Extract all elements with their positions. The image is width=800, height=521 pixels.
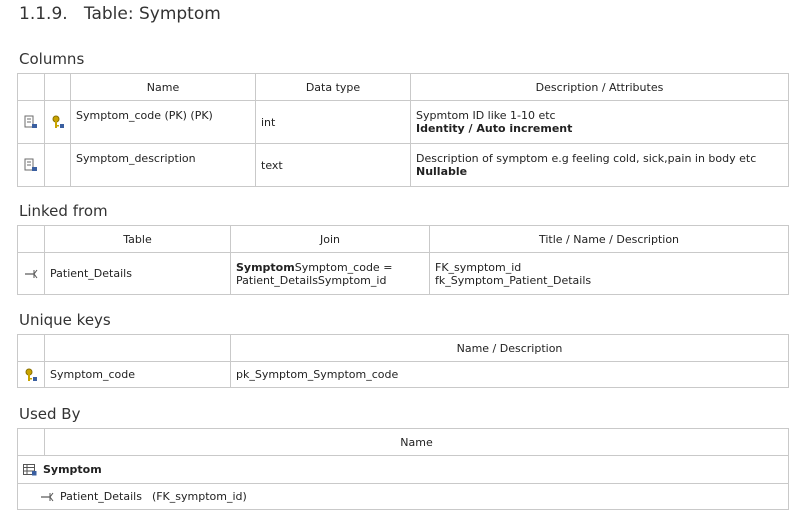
column-name: Symptom_code (PK) (PK) bbox=[70, 100, 256, 144]
column-description: Sypmtom ID like 1-10 etc Identity / Auto… bbox=[410, 100, 789, 144]
columns-header-row: Name Data type Description / Attributes bbox=[17, 73, 789, 101]
primary-key-icon bbox=[25, 368, 37, 381]
unique-key-name: pk_Symptom_Symptom_code bbox=[230, 361, 789, 388]
used-by-table: Name Symptom Patient_Details (FK_symptom… bbox=[17, 428, 789, 510]
column-icon bbox=[24, 158, 37, 171]
page-title: 1.1.9. Table: Symptom bbox=[19, 4, 221, 24]
header-icon-cell bbox=[17, 334, 45, 362]
fk-column-name: FK_symptom_id bbox=[435, 260, 522, 274]
fk-constraint-name: fk_Symptom_Patient_Details bbox=[435, 273, 592, 287]
used-by-table-cell: Symptom bbox=[17, 455, 789, 484]
column-type: int bbox=[255, 100, 411, 144]
header-table: Table bbox=[44, 225, 231, 253]
section-number: 1.1.9. bbox=[19, 4, 68, 24]
link-icon-cell bbox=[17, 252, 45, 295]
column-icon bbox=[24, 115, 37, 128]
join-table: Symptom bbox=[236, 260, 295, 274]
linked-from-table: Table Join Title / Name / Description Pa… bbox=[17, 225, 789, 295]
join-column: Symptom_code = bbox=[294, 260, 393, 274]
table-row: Symptom_code pk_Symptom_Symptom_code bbox=[17, 361, 789, 388]
used-by-reference-name: Patient_Details bbox=[60, 490, 142, 503]
table-row: Symptom_description text Description of … bbox=[17, 143, 789, 187]
used-by-header-row: Name bbox=[17, 428, 789, 456]
description-text: Sypmtom ID like 1-10 etc bbox=[416, 109, 556, 122]
header-data-type: Data type bbox=[255, 73, 411, 101]
key-icon-cell bbox=[17, 361, 45, 388]
description-attribute: Nullable bbox=[416, 165, 468, 178]
linked-from-heading: Linked from bbox=[19, 202, 108, 220]
header-name: Name bbox=[44, 428, 789, 456]
header-name-description: Name / Description bbox=[230, 334, 789, 362]
linked-table-name: Patient_Details bbox=[44, 252, 231, 295]
column-name: Symptom_description bbox=[70, 143, 256, 187]
table-row: Patient_Details SymptomSymptom_code = Pa… bbox=[17, 252, 789, 295]
foreign-key-link-icon bbox=[25, 269, 38, 279]
join-target: Patient_DetailsSymptom_id bbox=[236, 273, 387, 287]
primary-key-icon bbox=[52, 115, 64, 128]
header-key-cell bbox=[44, 73, 71, 101]
key-icon-cell bbox=[44, 100, 71, 144]
header-title: Title / Name / Description bbox=[429, 225, 789, 253]
used-by-heading: Used By bbox=[19, 405, 81, 423]
header-join: Join bbox=[230, 225, 430, 253]
unique-header-row: Name / Description bbox=[17, 334, 789, 362]
linked-header-row: Table Join Title / Name / Description bbox=[17, 225, 789, 253]
foreign-key-link-icon bbox=[41, 492, 54, 501]
columns-heading: Columns bbox=[19, 50, 85, 68]
table-icon bbox=[23, 463, 37, 475]
key-icon-cell bbox=[44, 143, 71, 187]
column-icon-cell bbox=[17, 143, 45, 187]
table-title: Table: Symptom bbox=[83, 4, 221, 24]
header-icon-cell bbox=[17, 73, 45, 101]
header-icon-cell bbox=[17, 225, 45, 253]
unique-key-column: Symptom_code bbox=[44, 361, 231, 388]
column-description: Description of symptom e.g feeling cold,… bbox=[410, 143, 789, 187]
header-column-cell bbox=[44, 334, 231, 362]
used-by-reference-cell: Patient_Details (FK_symptom_id) bbox=[17, 483, 789, 510]
used-by-reference-key: (FK_symptom_id) bbox=[151, 490, 247, 503]
used-by-table-name: Symptom bbox=[43, 463, 102, 476]
description-text: Description of symptom e.g feeling cold,… bbox=[416, 152, 757, 165]
header-icon-cell bbox=[17, 428, 45, 456]
join-condition: SymptomSymptom_code = Patient_DetailsSym… bbox=[230, 252, 430, 295]
description-attribute: Identity / Auto increment bbox=[416, 122, 573, 135]
unique-keys-heading: Unique keys bbox=[19, 311, 111, 329]
header-description: Description / Attributes bbox=[410, 73, 789, 101]
table-row: Symptom bbox=[17, 455, 789, 484]
link-title: FK_symptom_id fk_Symptom_Patient_Details bbox=[429, 252, 789, 295]
table-row: Patient_Details (FK_symptom_id) bbox=[17, 483, 789, 510]
column-type: text bbox=[255, 143, 411, 187]
unique-keys-table: Name / Description Symptom_code pk_Sympt… bbox=[17, 334, 789, 388]
table-row: Symptom_code (PK) (PK) int Sypmtom ID li… bbox=[17, 100, 789, 144]
columns-table: Name Data type Description / Attributes … bbox=[17, 73, 789, 187]
header-name: Name bbox=[70, 73, 256, 101]
column-icon-cell bbox=[17, 100, 45, 144]
